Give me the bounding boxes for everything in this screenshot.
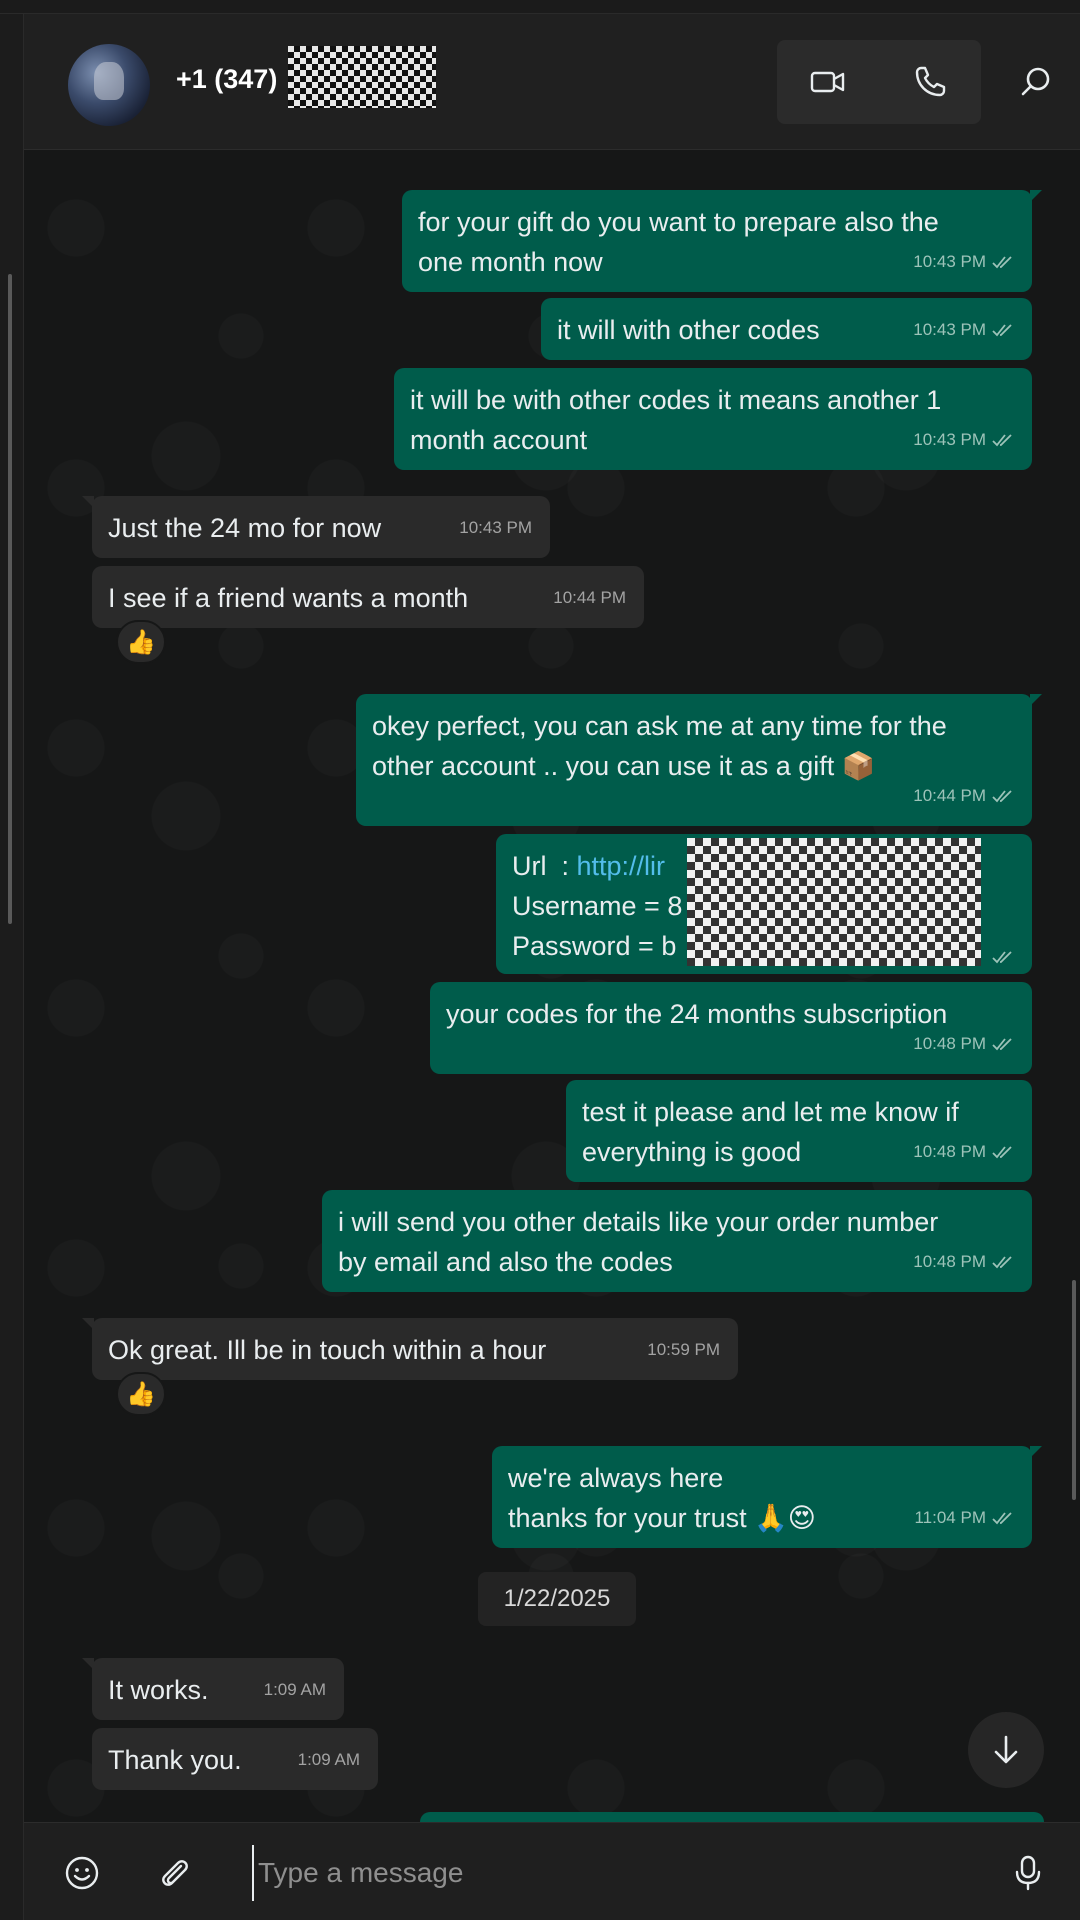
message-input[interactable] — [252, 1845, 992, 1901]
attach-button[interactable] — [146, 1845, 202, 1901]
scroll-to-bottom-button[interactable] — [968, 1712, 1044, 1788]
window-top-strip — [0, 0, 1080, 14]
reaction-badge[interactable]: 👍 — [116, 620, 166, 664]
double-check-icon — [992, 324, 1012, 337]
mic-icon — [1015, 1855, 1041, 1891]
message-time: 10:48 PM — [913, 1132, 1014, 1172]
contact-name[interactable]: +1 (347) — [176, 64, 277, 95]
double-check-icon — [992, 1146, 1012, 1159]
double-check-icon — [992, 790, 1012, 803]
redacted-credentials — [687, 838, 981, 966]
search-button[interactable] — [1004, 50, 1068, 114]
message-outgoing[interactable]: for your gift do you want to prepare als… — [402, 190, 1042, 292]
date-separator: 1/22/2025 — [478, 1572, 636, 1626]
reaction-badge[interactable]: 👍 — [116, 1372, 166, 1416]
message-outgoing[interactable]: your codes for the 24 months subscriptio… — [430, 982, 1032, 1074]
message-time: 11:04 PM — [914, 1498, 1014, 1538]
message-outgoing[interactable]: we're always here thanks for your trust … — [492, 1446, 1042, 1548]
voice-call-button[interactable] — [879, 40, 981, 124]
message-time — [992, 950, 1014, 964]
double-check-icon — [992, 256, 1012, 269]
double-check-icon — [992, 951, 1012, 964]
video-call-button[interactable] — [777, 40, 879, 124]
message-incoming[interactable]: Thank you. 1:09 AM — [92, 1728, 378, 1790]
message-outgoing[interactable]: okey perfect, you can ask me at any time… — [356, 694, 1042, 826]
double-check-icon — [992, 1512, 1012, 1525]
message-outgoing[interactable]: test it please and let me know if everyt… — [566, 1080, 1032, 1182]
emoji-button[interactable] — [54, 1845, 110, 1901]
message-time: 10:43 PM — [913, 310, 1014, 350]
left-scrollbar[interactable] — [8, 274, 12, 924]
message-incoming[interactable]: It works. 1:09 AM — [82, 1658, 344, 1720]
message-text: okey perfect, you can ask me at any time… — [372, 711, 947, 781]
message-time: 10:43 PM — [913, 420, 1014, 460]
attach-icon — [162, 1860, 188, 1886]
chat-scrollbar[interactable] — [1072, 1280, 1076, 1500]
message-text: I see if a friend wants a month — [108, 583, 469, 613]
message-time: 10:59 PM — [647, 1340, 720, 1359]
message-time: 10:48 PM — [913, 1242, 1014, 1282]
video-call-icon — [810, 71, 845, 93]
double-check-icon — [992, 434, 1012, 447]
credential-url-link[interactable]: http://lir — [577, 851, 666, 881]
contact-avatar[interactable] — [68, 44, 150, 126]
redacted-number — [288, 46, 436, 108]
message-time: 10:44 PM — [553, 588, 626, 607]
message-time: 1:09 AM — [297, 1750, 360, 1769]
arrow-down-icon — [994, 1735, 1018, 1764]
message-time: 1:09 AM — [263, 1680, 326, 1699]
thumbs-up-reaction: 👍 — [126, 1380, 156, 1408]
double-check-icon — [992, 1038, 1012, 1051]
message-incoming[interactable]: I see if a friend wants a month 10:44 PM — [92, 566, 644, 628]
message-composer — [24, 1822, 1080, 1920]
emoji-icon — [65, 1856, 99, 1890]
call-button-group — [777, 40, 981, 124]
message-incoming[interactable]: Ok great. Ill be in touch within a hour … — [82, 1318, 738, 1380]
left-rail — [0, 14, 24, 1920]
double-check-icon — [992, 1256, 1012, 1269]
message-time: 10:48 PM — [913, 1024, 1014, 1064]
search-icon — [1021, 67, 1050, 96]
voice-call-icon — [915, 66, 946, 97]
message-incoming[interactable]: Just the 24 mo for now 10:43 PM — [82, 496, 550, 558]
message-time: 10:43 PM — [459, 518, 532, 537]
message-time: 10:44 PM — [913, 776, 1014, 816]
thumbs-up-reaction: 👍 — [126, 628, 156, 656]
chat-header: +1 (347) — [24, 14, 1080, 150]
mic-button[interactable] — [1000, 1845, 1056, 1901]
message-time: 10:43 PM — [913, 242, 1014, 282]
message-outgoing[interactable]: it will with other codes 10:43 PM — [541, 298, 1032, 360]
message-outgoing[interactable]: i will send you other details like your … — [322, 1190, 1032, 1292]
message-text: Ok great. Ill be in touch within a hour — [108, 1335, 547, 1365]
message-outgoing[interactable]: it will be with other codes it means ano… — [394, 368, 1032, 470]
